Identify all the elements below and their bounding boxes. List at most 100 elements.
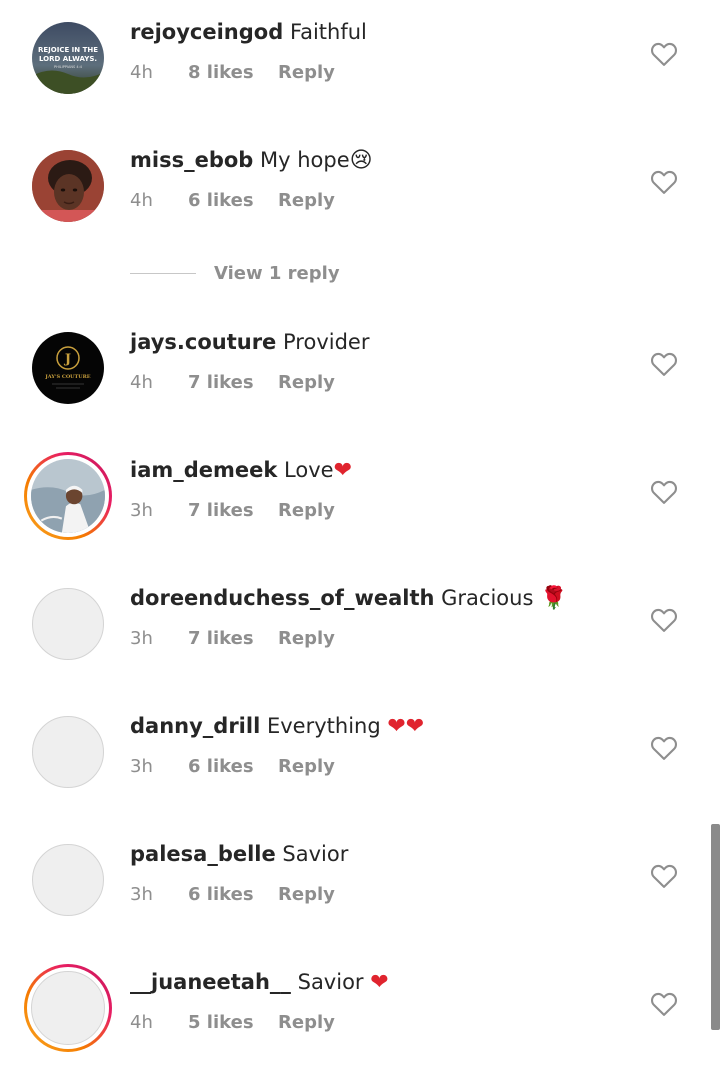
heart-icon[interactable] xyxy=(650,863,678,889)
comment-timestamp: 4h xyxy=(130,1012,153,1033)
avatar-image xyxy=(32,150,104,222)
comment-username[interactable]: danny_drill xyxy=(130,714,260,738)
comment-line: rejoyceingod Faithful xyxy=(130,18,367,46)
comment-line: danny_drill Everything ❤❤ xyxy=(130,712,424,741)
comment-item: __juaneetah__ Savior ❤ 4h 5 likes Reply xyxy=(0,950,720,1052)
heart-icon[interactable] xyxy=(650,41,678,67)
comment-text: Love xyxy=(284,458,334,482)
heart-icon[interactable] xyxy=(650,991,678,1017)
comment-item: miss_ebob My hope😢 4h 6 likes Reply xyxy=(0,128,720,228)
avatar[interactable] xyxy=(32,844,104,916)
avatar[interactable]: J JAY'S COUTURE xyxy=(32,332,104,404)
avatar-image xyxy=(31,459,105,533)
view-replies-button[interactable]: View 1 reply xyxy=(130,260,340,286)
comment-line: miss_ebob My hope😢 xyxy=(130,146,373,175)
comment-timestamp: 4h xyxy=(130,62,153,83)
comment-likes[interactable]: 7 likes xyxy=(188,372,278,393)
comment-likes[interactable]: 7 likes xyxy=(188,500,278,521)
avatar-image xyxy=(31,971,105,1045)
comment-meta: 4h 6 likes Reply xyxy=(130,190,335,211)
svg-text:REJOICE IN THE: REJOICE IN THE xyxy=(38,46,98,54)
comment-timestamp: 3h xyxy=(130,756,153,777)
comment-likes[interactable]: 7 likes xyxy=(188,628,278,649)
comment-username[interactable]: jays.couture xyxy=(130,330,276,354)
heart-icon[interactable] xyxy=(650,169,678,195)
comment-timestamp: 4h xyxy=(130,190,153,211)
comment-text: Gracious xyxy=(441,586,534,610)
comment-likes[interactable]: 6 likes xyxy=(188,756,278,777)
comment-likes[interactable]: 6 likes xyxy=(188,884,278,905)
red-heart-icon: ❤ xyxy=(333,458,353,483)
reply-button[interactable]: Reply xyxy=(278,372,335,393)
comment-meta: 3h 7 likes Reply xyxy=(130,500,335,521)
comment-item: doreenduchess_of_wealth Gracious 🌹 3h 7 l… xyxy=(0,566,720,666)
comment-timestamp: 3h xyxy=(130,628,153,649)
avatar-image: J JAY'S COUTURE xyxy=(32,332,104,404)
comment-line: doreenduchess_of_wealth Gracious 🌹 xyxy=(130,584,568,613)
comment-username[interactable]: palesa_belle xyxy=(130,842,276,866)
comment-item: danny_drill Everything ❤❤ 3h 6 likes Reply xyxy=(0,694,720,794)
comment-meta: 3h 6 likes Reply xyxy=(130,884,335,905)
comment-item: REJOICE IN THE LORD ALWAYS. PHILIPPIANS … xyxy=(0,0,720,100)
divider xyxy=(130,272,196,274)
heart-icon[interactable] xyxy=(650,479,678,505)
comment-likes[interactable]: 5 likes xyxy=(188,1012,278,1033)
crying-face-icon: 😢 xyxy=(349,148,373,173)
comment-item: iam_demeek Love❤ 3h 7 likes Reply xyxy=(0,438,720,540)
comment-text: Savior xyxy=(282,842,349,866)
comment-likes[interactable]: 8 likes xyxy=(188,62,278,83)
heart-icon[interactable] xyxy=(650,607,678,633)
svg-text:J: J xyxy=(64,352,71,367)
red-heart-icon: ❤ xyxy=(370,970,389,995)
comment-item: J JAY'S COUTURE jays.couture Provider 4h… xyxy=(0,310,720,410)
comment-text: Savior xyxy=(297,970,364,994)
comment-line: jays.couture Provider xyxy=(130,328,369,356)
heart-icon[interactable] xyxy=(650,351,678,377)
comment-text: Everything xyxy=(266,714,381,738)
avatar[interactable]: REJOICE IN THE LORD ALWAYS. PHILIPPIANS … xyxy=(32,22,104,94)
comment-timestamp: 4h xyxy=(130,372,153,393)
comment-line: palesa_belle Savior xyxy=(130,840,348,868)
svg-text:LORD ALWAYS.: LORD ALWAYS. xyxy=(39,55,97,63)
reply-button[interactable]: Reply xyxy=(278,756,335,777)
scrollbar[interactable] xyxy=(711,824,720,1030)
comment-username[interactable]: miss_ebob xyxy=(130,148,253,172)
avatar-image: REJOICE IN THE LORD ALWAYS. PHILIPPIANS … xyxy=(32,22,104,94)
comment-timestamp: 3h xyxy=(130,500,153,521)
avatar xyxy=(27,967,109,1049)
reply-button[interactable]: Reply xyxy=(278,500,335,521)
svg-text:PHILIPPIANS 4:4: PHILIPPIANS 4:4 xyxy=(54,65,83,69)
comment-text: Provider xyxy=(283,330,370,354)
comment-line: iam_demeek Love❤ xyxy=(130,456,352,485)
rose-icon: 🌹 xyxy=(540,586,568,611)
reply-button[interactable]: Reply xyxy=(278,628,335,649)
reply-button[interactable]: Reply xyxy=(278,884,335,905)
view-replies-label: View 1 reply xyxy=(214,262,340,284)
heart-icon[interactable] xyxy=(650,735,678,761)
comment-username[interactable]: iam_demeek xyxy=(130,458,277,482)
comment-meta: 4h 8 likes Reply xyxy=(130,62,335,83)
reply-button[interactable]: Reply xyxy=(278,190,335,211)
comment-text: Faithful xyxy=(289,20,367,44)
comment-item: palesa_belle Savior 3h 6 likes Reply xyxy=(0,822,720,922)
avatar-story-ring[interactable] xyxy=(24,964,112,1052)
comment-likes[interactable]: 6 likes xyxy=(188,190,278,211)
avatar[interactable] xyxy=(32,716,104,788)
reply-button[interactable]: Reply xyxy=(278,1012,335,1033)
red-heart-icon: ❤❤ xyxy=(387,714,425,739)
svg-text:JAY'S COUTURE: JAY'S COUTURE xyxy=(44,374,90,380)
comment-meta: 4h 5 likes Reply xyxy=(130,1012,335,1033)
avatar[interactable] xyxy=(32,150,104,222)
comment-username[interactable]: doreenduchess_of_wealth xyxy=(130,586,434,610)
avatar-story-ring[interactable] xyxy=(24,452,112,540)
avatar xyxy=(27,455,109,537)
comment-timestamp: 3h xyxy=(130,884,153,905)
comment-line: __juaneetah__ Savior ❤ xyxy=(130,968,389,997)
avatar[interactable] xyxy=(32,588,104,660)
comment-meta: 3h 6 likes Reply xyxy=(130,756,335,777)
comment-username[interactable]: rejoyceingod xyxy=(130,20,283,44)
comment-text: My hope xyxy=(260,148,350,172)
reply-button[interactable]: Reply xyxy=(278,62,335,83)
comment-meta: 4h 7 likes Reply xyxy=(130,372,335,393)
comment-username[interactable]: __juaneetah__ xyxy=(130,970,291,994)
